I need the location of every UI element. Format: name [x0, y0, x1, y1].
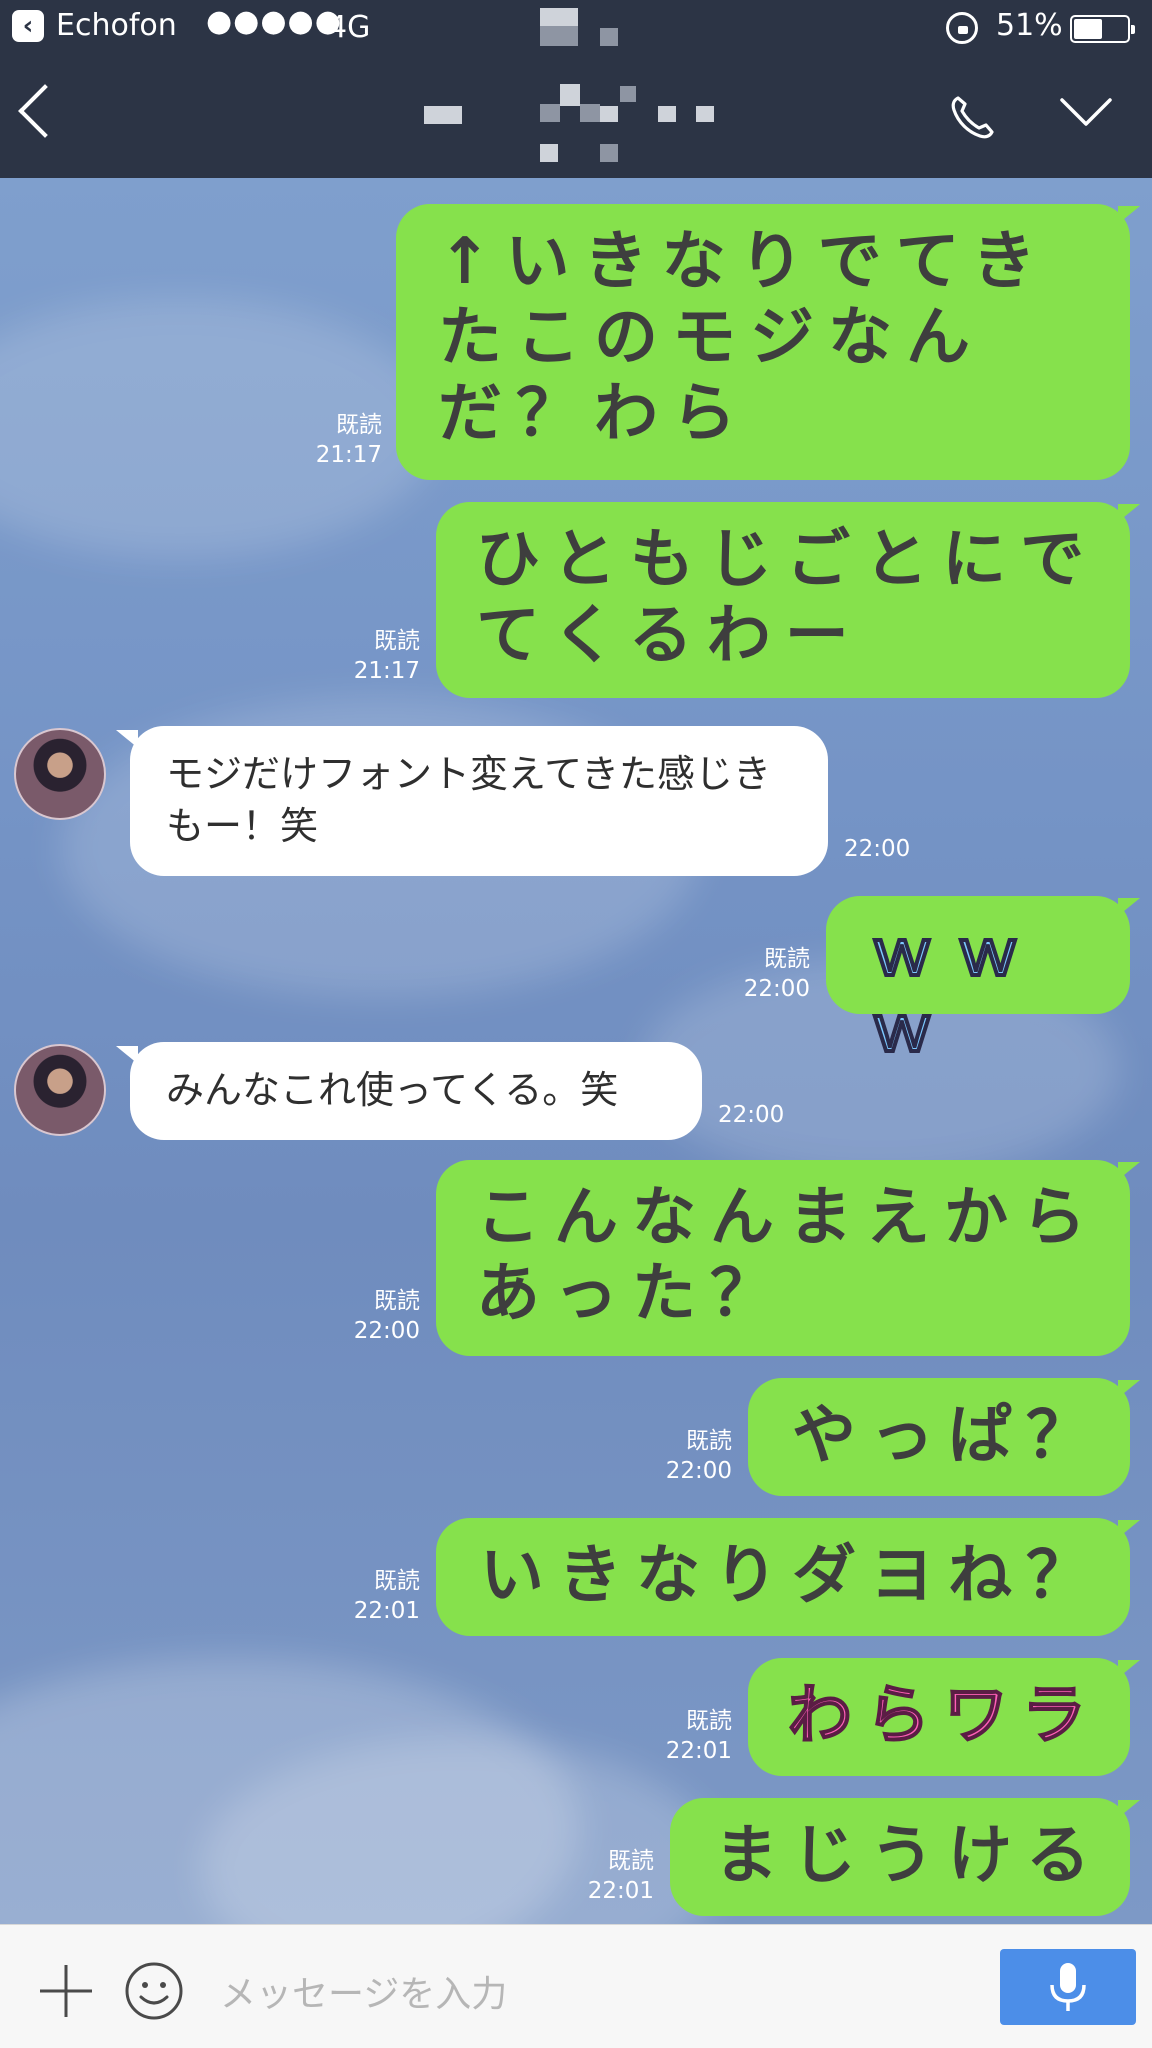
message-bubble[interactable]: いきなりダヨね？ — [436, 1518, 1130, 1636]
battery-percent: 51% — [996, 8, 1063, 43]
chevron-down-icon[interactable] — [1060, 92, 1112, 132]
read-status: 既読 — [374, 628, 420, 654]
message-meta: 既読 22:01 — [632, 1706, 732, 1766]
message-bubble[interactable]: わらワラ — [748, 1658, 1130, 1776]
message-input-bar: メッセージを入力 — [0, 1924, 1152, 2048]
message-time: 22:01 — [587, 1878, 654, 1904]
message-text: ひともじごとにでてくるわー — [476, 523, 1099, 673]
back-button[interactable] — [18, 84, 72, 138]
message-text: わらワラ — [787, 1678, 1100, 1754]
message-text: モジだけフォント変えてきた感じきもー！笑 — [166, 752, 771, 848]
message-text: こんなんまえからあった？ — [476, 1181, 1100, 1331]
message-time: 22:00 — [665, 1458, 732, 1484]
message-time: 22:00 — [743, 976, 810, 1002]
network-type: 4G — [328, 10, 371, 45]
back-to-app-icon[interactable]: ‹ — [12, 10, 44, 42]
message-input[interactable]: メッセージを入力 — [220, 1965, 507, 2017]
message-bubble[interactable]: まじうける — [670, 1798, 1130, 1916]
message-text: みんなこれ使ってくる。笑 — [166, 1068, 619, 1112]
message-text: やっぱ？ — [792, 1399, 1104, 1473]
read-status: 既読 — [686, 1708, 732, 1734]
top-bar: ‹ Echofon ●●●●● 4G 51% — [0, 0, 1152, 178]
message-bubble[interactable]: こんなんまえからあった？ — [436, 1160, 1130, 1356]
message-text: まじうける — [714, 1819, 1104, 1893]
message-text: ↑いきなりでてきたこのモジなんだ？わら — [438, 225, 1050, 451]
avatar[interactable] — [14, 728, 106, 820]
voice-button[interactable] — [1000, 1949, 1136, 2025]
phone-icon[interactable] — [946, 92, 998, 144]
microphone-icon — [1050, 1963, 1086, 2011]
message-time: 22:01 — [665, 1738, 732, 1764]
message-time: 21:17 — [315, 442, 382, 468]
message-bubble[interactable]: やっぱ？ — [748, 1378, 1130, 1496]
message-text: ｗｗｗ — [869, 916, 1042, 1068]
read-status: 既読 — [764, 946, 810, 972]
message-meta: 既読 22:00 — [710, 944, 810, 1004]
battery-icon — [1070, 15, 1135, 43]
message-time: 22:00 — [718, 1102, 785, 1128]
read-status: 既読 — [608, 1848, 654, 1874]
message-text: いきなりダヨね？ — [480, 1539, 1104, 1613]
message-meta: 既読 22:00 — [320, 1286, 420, 1346]
message-meta: 既読 21:17 — [320, 626, 420, 686]
message-meta: 既読 22:01 — [554, 1846, 654, 1906]
read-status: 既読 — [374, 1568, 420, 1594]
status-app-name[interactable]: Echofon — [56, 8, 177, 43]
emoji-icon[interactable] — [124, 1961, 184, 2021]
message-time: 21:17 — [353, 658, 420, 684]
read-status: 既読 — [374, 1288, 420, 1314]
read-status: 既読 — [336, 412, 382, 438]
message-meta: 既読 21:17 — [282, 410, 382, 470]
message-time: 22:01 — [353, 1598, 420, 1624]
message-bubble[interactable]: ｗｗｗ — [826, 896, 1130, 1068]
signal-strength: ●●●●● — [206, 4, 342, 39]
message-meta: 既読 22:00 — [632, 1426, 732, 1486]
message-time: 22:00 — [844, 836, 911, 862]
message-bubble[interactable]: ↑いきなりでてきたこのモジなんだ？わら — [396, 204, 1130, 480]
message-bubble[interactable]: みんなこれ使ってくる。笑 — [130, 1042, 702, 1140]
message-bubble[interactable]: ひともじごとにでてくるわー — [436, 502, 1130, 698]
plus-icon[interactable] — [38, 1963, 94, 2019]
message-time: 22:00 — [353, 1318, 420, 1344]
message-meta: 既読 22:01 — [320, 1566, 420, 1626]
message-bubble[interactable]: モジだけフォント変えてきた感じきもー！笑 — [130, 726, 828, 876]
avatar[interactable] — [14, 1044, 106, 1136]
read-status: 既読 — [686, 1428, 732, 1454]
rotation-lock-icon — [946, 12, 978, 44]
